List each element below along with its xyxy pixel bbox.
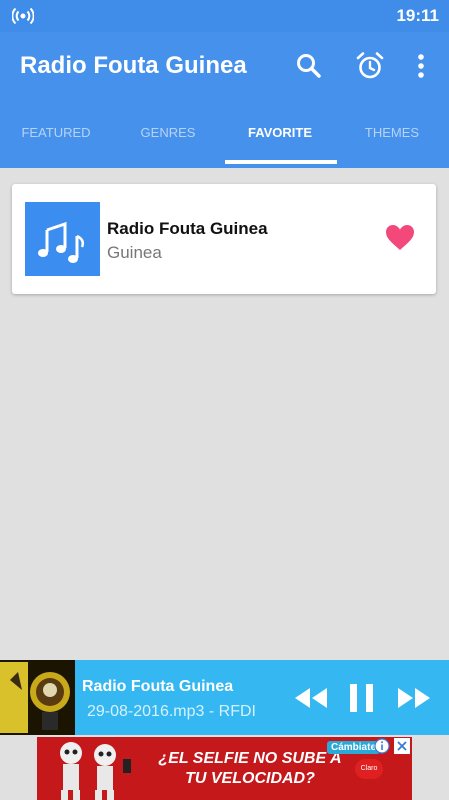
player-cover-art [0, 660, 75, 735]
ad-close-icon[interactable] [394, 738, 410, 759]
fast-forward-icon[interactable] [396, 684, 432, 717]
ad-cta[interactable]: Cámbiate [327, 741, 381, 754]
tab-genres[interactable]: GENRES [112, 118, 224, 168]
status-time: 19:11 [396, 6, 439, 25]
pause-icon[interactable] [348, 682, 376, 719]
ad-headline: ¿EL SELFIE NO SUBE A TU VELOCIDAD? [158, 750, 342, 787]
ad-brand-logo: Claro [355, 759, 383, 779]
search-icon[interactable] [293, 50, 325, 82]
ad-banner[interactable]: ¿EL SELFIE NO SUBE A TU VELOCIDAD? Cámbi… [37, 737, 412, 800]
heart-icon[interactable] [385, 224, 415, 257]
status-bar: 19:11 [0, 0, 449, 32]
station-thumbnail [25, 202, 100, 276]
station-name: Radio Fouta Guinea [107, 219, 268, 238]
player-title: Radio Fouta Guinea [82, 678, 234, 695]
tab-themes[interactable]: THEMES [336, 118, 448, 168]
station-country: Guinea [107, 243, 162, 262]
tab-indicator [225, 160, 337, 164]
app-bar: Radio Fouta Guinea FEATURED GENRES FAVOR… [0, 32, 449, 168]
tab-featured[interactable]: FEATURED [0, 118, 112, 168]
alarm-icon[interactable] [354, 50, 386, 82]
player-subtitle: 29-08-2016.mp3 - RFDI [87, 703, 256, 720]
more-vert-icon[interactable] [405, 50, 437, 82]
rewind-icon[interactable] [293, 684, 329, 717]
app-title: Radio Fouta Guinea [20, 52, 247, 79]
favorite-station-card[interactable]: Radio Fouta Guinea Guinea [12, 184, 436, 294]
music-notes-icon [25, 221, 100, 280]
radio-signal-icon [11, 7, 35, 30]
mini-player[interactable]: Radio Fouta Guinea 29-08-2016.mp3 - RFDI [0, 660, 449, 735]
ad-info-icon[interactable] [374, 738, 390, 759]
